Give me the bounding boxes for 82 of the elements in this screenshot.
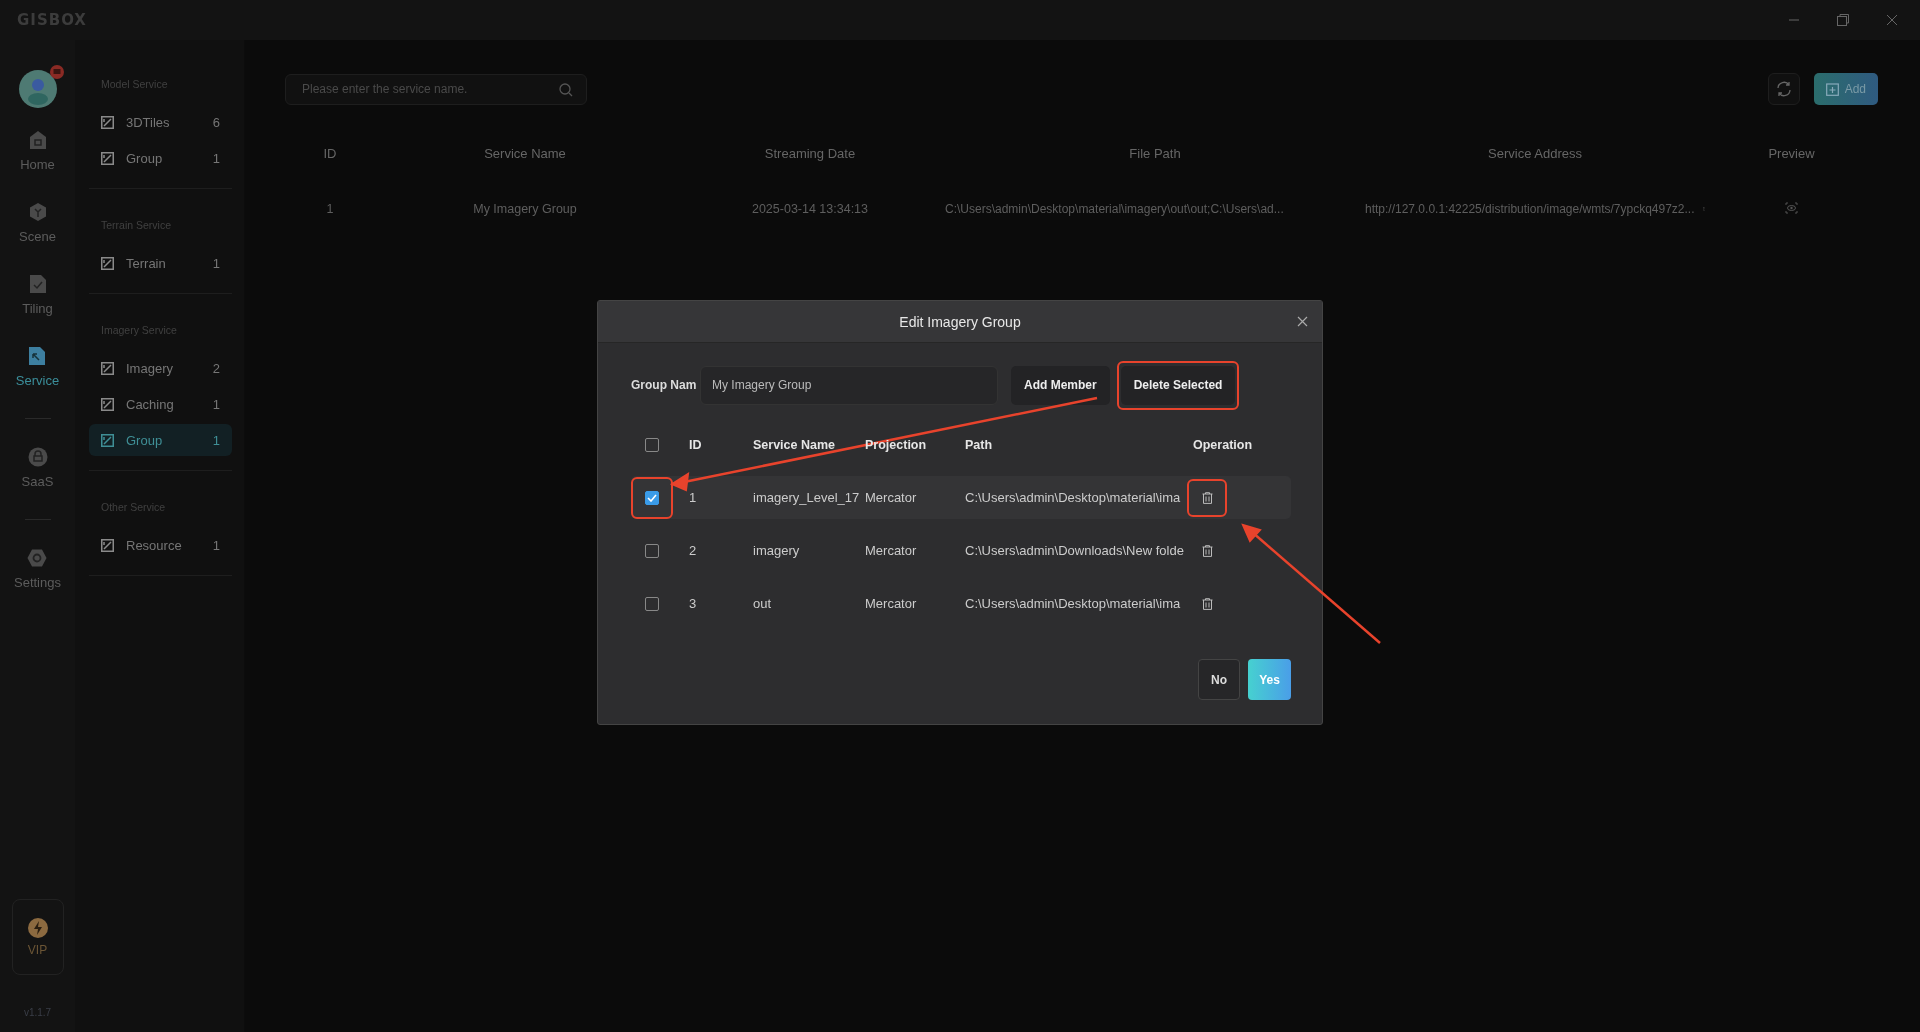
column-header: ID bbox=[322, 145, 338, 161]
table-cell-text: C:\Users\admin\Desktop\material\imagery\out\out;C:\Users\ad... bbox=[945, 202, 1285, 216]
table-cell-text: C:\Users\admin\Desktop\material\ima bbox=[965, 596, 1182, 611]
table-cell: http://127.0.0.1:42225/distribution/image/wmts/7ypckq497z2... bbox=[1365, 202, 1695, 216]
service-icon bbox=[101, 151, 114, 165]
add-member-button[interactable]: Add Member bbox=[1011, 365, 1110, 405]
sidebar-item[interactable]: Terrain 1 bbox=[89, 247, 232, 279]
delete-selected-button[interactable]: Delete Selected bbox=[1120, 365, 1236, 405]
service-icon bbox=[101, 256, 114, 270]
column-header: Streaming Date bbox=[763, 145, 857, 161]
table-cell-text: My Imagery Group bbox=[472, 202, 578, 216]
service-icon bbox=[101, 115, 114, 129]
table-cell-text: 3 bbox=[689, 596, 698, 611]
table-cell-text: Mercator bbox=[865, 596, 918, 611]
column-header: Service Address bbox=[1487, 145, 1583, 161]
column-header: Service Name bbox=[753, 437, 836, 452]
no-button[interactable]: No bbox=[1198, 659, 1240, 700]
lightning-icon bbox=[27, 917, 48, 938]
sidebar-item[interactable]: Group 1 bbox=[89, 142, 232, 174]
table-cell-text: 2025-03-14 13:34:13 bbox=[750, 202, 870, 216]
table-cell-text: imagery bbox=[753, 543, 801, 558]
table-cell-text: 1 bbox=[325, 202, 335, 216]
sidebar-item[interactable]: Group 1 bbox=[89, 424, 232, 456]
table-cell-text: Mercator bbox=[865, 490, 918, 505]
trash-icon[interactable] bbox=[1201, 544, 1213, 557]
nav-item[interactable]: Settings bbox=[14, 548, 61, 590]
sidebar-item[interactable]: Caching 1 bbox=[89, 388, 232, 420]
column-header: Projection bbox=[865, 437, 928, 452]
search-field[interactable]: Please enter the service name. bbox=[285, 73, 587, 105]
nav-item[interactable]: Service bbox=[15, 346, 60, 388]
search-icon bbox=[559, 82, 573, 97]
table-cell-text: C:\Users\admin\Downloads\New folde bbox=[965, 543, 1185, 558]
table-cell-text: Mercator bbox=[865, 543, 918, 558]
avatar[interactable] bbox=[18, 70, 57, 108]
eye-icon[interactable] bbox=[1785, 201, 1798, 214]
add-button[interactable]: Add bbox=[1813, 73, 1878, 105]
table-cell-text: out bbox=[753, 596, 773, 611]
service-icon bbox=[101, 361, 114, 375]
document-check-icon bbox=[28, 274, 47, 294]
dialog-title: Edit Imagery Group bbox=[899, 313, 1021, 330]
column-header: File Path bbox=[1128, 145, 1182, 161]
nav-item[interactable]: SaaS bbox=[21, 447, 54, 489]
trash-icon[interactable] bbox=[1201, 491, 1213, 504]
checkbox[interactable] bbox=[645, 437, 659, 452]
service-icon bbox=[101, 433, 114, 447]
close-icon[interactable] bbox=[1886, 14, 1898, 26]
lock-icon bbox=[27, 447, 48, 467]
column-header: Operation bbox=[1193, 437, 1254, 452]
checkbox[interactable] bbox=[645, 490, 659, 505]
refresh-icon bbox=[1775, 81, 1792, 97]
group-name-field[interactable]: My Imagery Group bbox=[700, 365, 998, 405]
refresh-button[interactable] bbox=[1767, 73, 1800, 105]
nav-item[interactable]: Tiling bbox=[22, 274, 53, 316]
column-header: ID bbox=[689, 437, 703, 452]
column-header: Service Name bbox=[483, 145, 567, 161]
sidebar-item[interactable]: Imagery 2 bbox=[89, 352, 232, 384]
close-icon[interactable] bbox=[1297, 316, 1308, 327]
table-cell-text: 1 bbox=[689, 490, 698, 505]
add-icon bbox=[1825, 82, 1839, 96]
cube-icon bbox=[28, 202, 47, 222]
yes-button[interactable]: Yes bbox=[1248, 659, 1291, 700]
sidebar-item[interactable]: 3DTiles 6 bbox=[89, 106, 232, 138]
trash-icon[interactable] bbox=[1201, 597, 1213, 610]
message-badge-icon bbox=[49, 65, 64, 79]
table-cell-text: 2 bbox=[689, 543, 698, 558]
checkbox[interactable] bbox=[645, 543, 659, 558]
service-icon bbox=[101, 538, 114, 552]
vip-button[interactable]: VIP bbox=[11, 899, 64, 975]
nav-item[interactable]: Scene bbox=[19, 202, 56, 244]
column-header: Preview bbox=[1767, 145, 1816, 161]
home-icon bbox=[28, 130, 47, 150]
field-label: Group Nam bbox=[631, 378, 698, 392]
table-cell-text: imagery_Level_17 bbox=[753, 490, 861, 505]
table-cell-text: C:\Users\admin\Desktop\material\ima bbox=[965, 490, 1182, 505]
document-arrow-icon bbox=[28, 346, 47, 366]
checkbox[interactable] bbox=[645, 596, 659, 611]
settings-icon bbox=[27, 548, 48, 568]
restore-icon[interactable] bbox=[1836, 13, 1850, 27]
column-header: Path bbox=[965, 437, 994, 452]
sidebar-item[interactable]: Resource 1 bbox=[89, 529, 232, 561]
nav-item[interactable]: Home bbox=[20, 130, 55, 172]
service-icon bbox=[101, 397, 114, 411]
